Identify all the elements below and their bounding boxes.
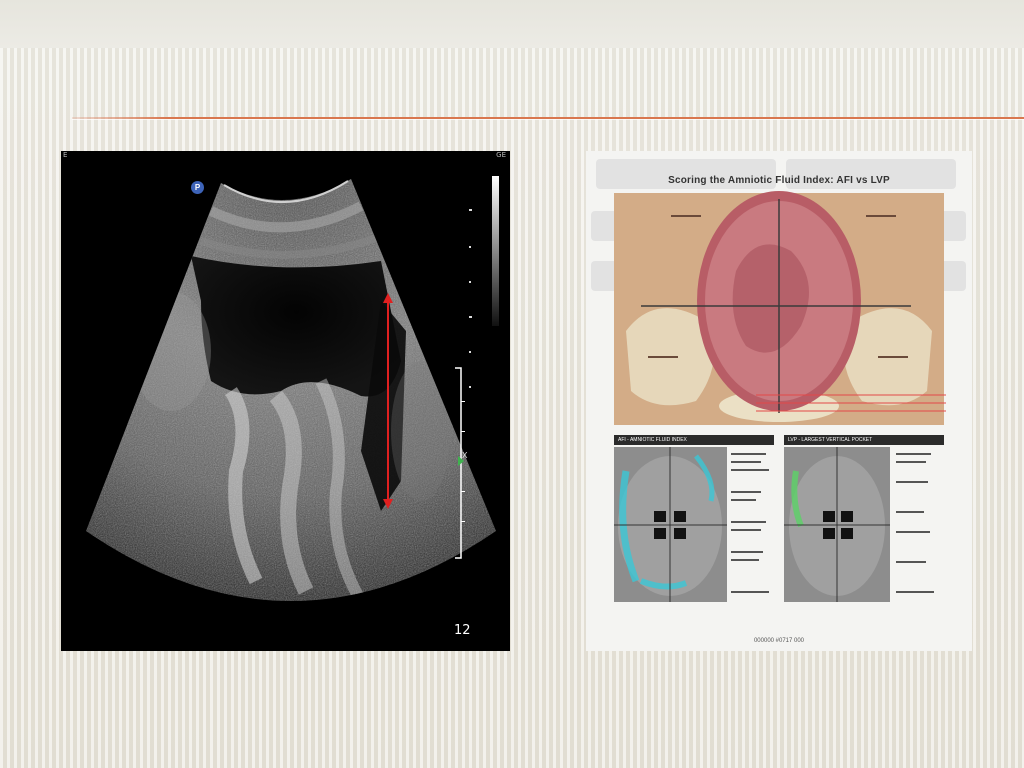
depth-readout: 12 <box>454 623 471 638</box>
title-divider-line <box>72 117 1024 120</box>
afi-diagram-title: Scoring the Amniotic Fluid Index: AFI vs… <box>668 175 890 186</box>
ultrasound-scan-graphic <box>86 176 499 601</box>
afi-illustration-graphic <box>591 159 966 602</box>
afi-diagram-footer: 000000 #0717 000 <box>753 638 805 644</box>
ultrasound-image: E GE P X 12 <box>61 151 510 651</box>
ultrasound-corner-label-right: GE <box>496 151 506 159</box>
slide-top-band <box>0 0 1024 48</box>
ultrasound-corner-label: E <box>63 151 68 159</box>
probe-orientation-marker: P <box>191 181 204 194</box>
afi-right-panel-header: LVP - LARGEST VERTICAL POCKET <box>784 435 944 445</box>
afi-left-panel-header: AFI - AMNIOTIC FLUID INDEX <box>614 435 774 445</box>
afi-diagram-image: Scoring the Amniotic Fluid Index: AFI vs… <box>586 151 972 651</box>
focal-marker-label: X <box>462 451 468 460</box>
